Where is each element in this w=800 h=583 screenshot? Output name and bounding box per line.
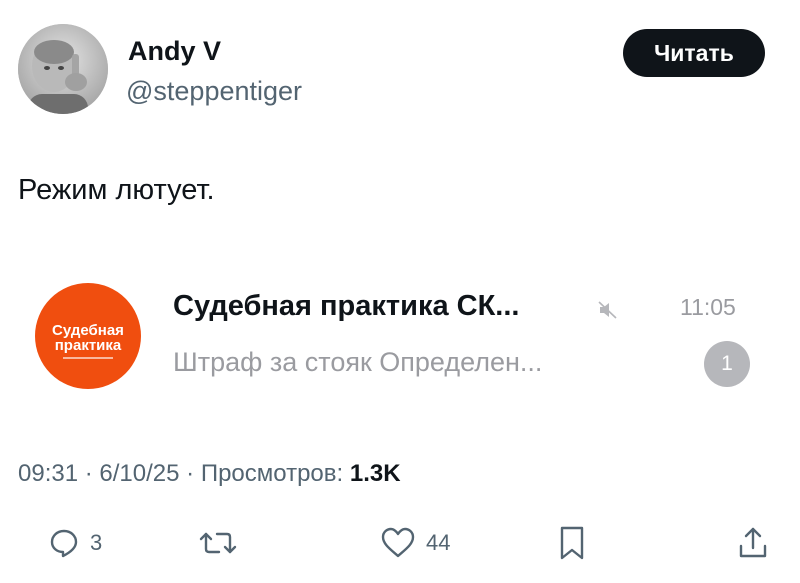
chat-time: 11:05: [680, 294, 736, 320]
views-label: Просмотров:: [200, 460, 344, 487]
tweet-meta: 09:31 · 6/10/25 · Просмотров: 1.3K: [18, 460, 401, 488]
like-count: 44: [426, 530, 451, 555]
reply-icon: [50, 529, 78, 558]
chat-title: Судебная практика СК...: [173, 290, 520, 322]
bookmark-icon: [560, 526, 584, 560]
share-button[interactable]: [737, 518, 769, 568]
avatar-photo: [18, 24, 108, 114]
tweet-date[interactable]: 6/10/25: [99, 460, 179, 487]
retweet-icon: [199, 532, 237, 554]
like-button[interactable]: 44: [380, 518, 450, 568]
tweet-text: Режим лютует.: [18, 174, 215, 206]
bookmark-button[interactable]: [557, 518, 587, 568]
reply-count: 3: [90, 530, 103, 555]
meta-separator: ·: [84, 460, 100, 487]
author-avatar[interactable]: [18, 24, 108, 114]
action-bar: 3 44: [0, 518, 800, 568]
heart-icon: [381, 527, 415, 558]
reply-button[interactable]: 3: [48, 518, 102, 568]
tweet-time[interactable]: 09:31: [18, 460, 78, 487]
unread-badge: 1: [704, 341, 750, 387]
share-icon: [739, 527, 767, 558]
meta-separator: ·: [186, 460, 201, 487]
chat-avatar-line2: практика: [55, 337, 122, 354]
embedded-chat-preview[interactable]: Судебная практика Судебная практика СК..…: [0, 270, 800, 400]
mute-icon: [598, 301, 617, 319]
read-button[interactable]: Читать: [623, 29, 765, 77]
chat-avatar: Судебная практика: [35, 283, 141, 389]
author-handle[interactable]: @steppentiger: [126, 74, 302, 108]
author-name[interactable]: Andy V: [128, 34, 221, 68]
retweet-button[interactable]: [198, 518, 248, 568]
chat-preview: Штраф за стояк Определен...: [173, 347, 543, 377]
views-count: 1.3K: [349, 460, 401, 487]
